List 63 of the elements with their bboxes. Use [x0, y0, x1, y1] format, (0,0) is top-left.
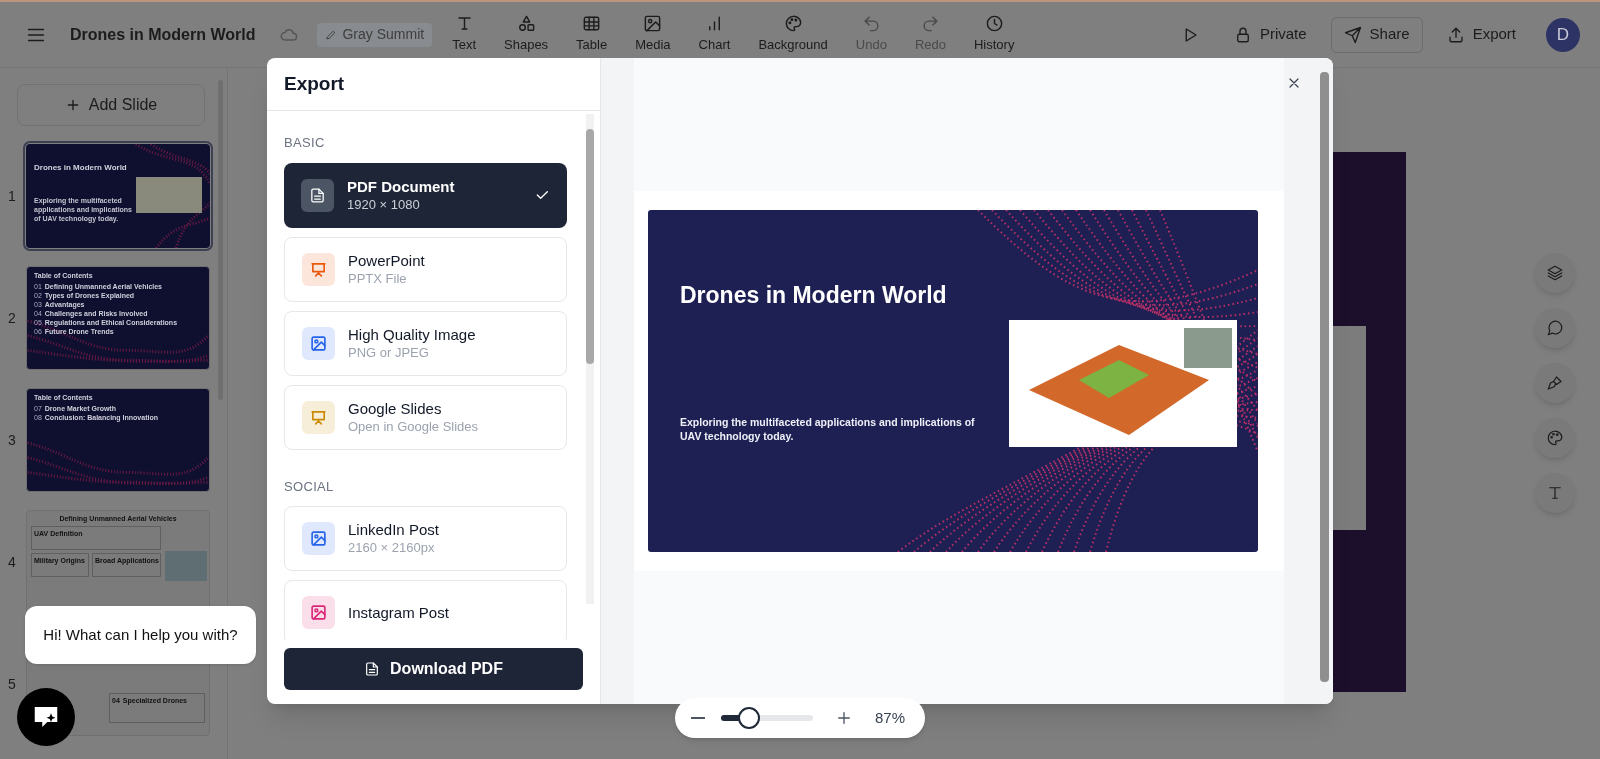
palette-icon [783, 14, 803, 34]
minus-icon [691, 717, 705, 719]
toolbar-button[interactable]: Shapes [500, 14, 553, 55]
text-icon [1546, 484, 1564, 502]
comment-tool-button[interactable] [1535, 308, 1575, 348]
workspace-tag[interactable]: Gray Summit [317, 22, 433, 47]
send-icon [1343, 25, 1362, 44]
document-title: Drones in Modern World [70, 24, 256, 45]
layers-tool-button[interactable] [1535, 253, 1575, 293]
dialog-title: Export [284, 71, 345, 96]
zoom-in-button[interactable] [835, 709, 853, 727]
slide-number: 5 [8, 674, 17, 694]
document-icon [364, 661, 381, 677]
slide-number: 2 [8, 308, 17, 328]
zoom-slider[interactable] [721, 707, 813, 729]
slider-thumb[interactable] [737, 707, 760, 729]
chat-button[interactable] [17, 688, 75, 746]
toolbar-button[interactable]: Media [631, 14, 675, 55]
slide-title: Drones in Modern World [34, 162, 127, 174]
action-button[interactable]: Private [1221, 16, 1319, 53]
palette-icon [1546, 429, 1564, 447]
slide-number: 3 [8, 430, 17, 450]
toolbar-button[interactable]: History [969, 14, 1019, 55]
action-button[interactable]: Export [1434, 16, 1528, 53]
illustration-placeholder [136, 177, 202, 213]
action-button[interactable]: Share [1330, 16, 1423, 53]
upload-icon [1446, 25, 1465, 44]
slide-number: 1 [8, 186, 17, 206]
shapes-icon [516, 14, 536, 34]
history-icon [984, 14, 1004, 34]
download-button[interactable]: Download PDF [284, 648, 583, 690]
plus-icon [835, 709, 853, 727]
export-option[interactable]: Google Slides Open in Google Slides [284, 384, 567, 450]
palette-tool-button[interactable] [1535, 418, 1575, 458]
export-option[interactable]: PDF Document 1920 × 1080 [284, 162, 567, 228]
table-icon [582, 14, 602, 34]
user-avatar[interactable]: D [1546, 17, 1580, 52]
toolbar-button[interactable]: Background [754, 14, 832, 55]
photo-placeholder [165, 551, 207, 581]
section-heading: BASIC [284, 134, 326, 152]
brush-icon [1546, 374, 1564, 392]
slide-subtitle: Exploring the multifaceted applications and implications of UAV technology today. [680, 415, 976, 443]
document-icon [309, 186, 326, 204]
zoom-reading: 87% [875, 707, 906, 728]
brush-tool-button[interactable] [1535, 363, 1575, 403]
slide-title: Drones in Modern World [680, 281, 947, 310]
section-heading: SOCIAL [284, 477, 335, 496]
chat-greeting-tooltip: Hi! What can I help you with? [25, 606, 256, 664]
toolbar-button[interactable]: Text [448, 14, 480, 55]
text-tool-button[interactable] [1535, 473, 1575, 513]
slide-number: 4 [8, 552, 17, 572]
export-option[interactable]: Instagram Post [284, 580, 567, 640]
comment-icon [1546, 319, 1564, 337]
scrollbar[interactable] [586, 114, 594, 604]
layers-icon [1546, 264, 1564, 282]
toolbar-button[interactable]: Table [572, 14, 612, 55]
export-option[interactable]: High Quality Image PNG or JPEG [284, 310, 567, 376]
toolbar-button[interactable]: Chart [694, 14, 735, 55]
add-slide-button[interactable]: Add Slide [17, 84, 205, 126]
export-option[interactable]: LinkedIn Post 2160 × 2160px [284, 506, 567, 571]
scrollbar-thumb[interactable] [1320, 72, 1329, 682]
image-icon [643, 14, 663, 34]
export-option[interactable]: PowerPoint PPTX File [284, 236, 567, 302]
